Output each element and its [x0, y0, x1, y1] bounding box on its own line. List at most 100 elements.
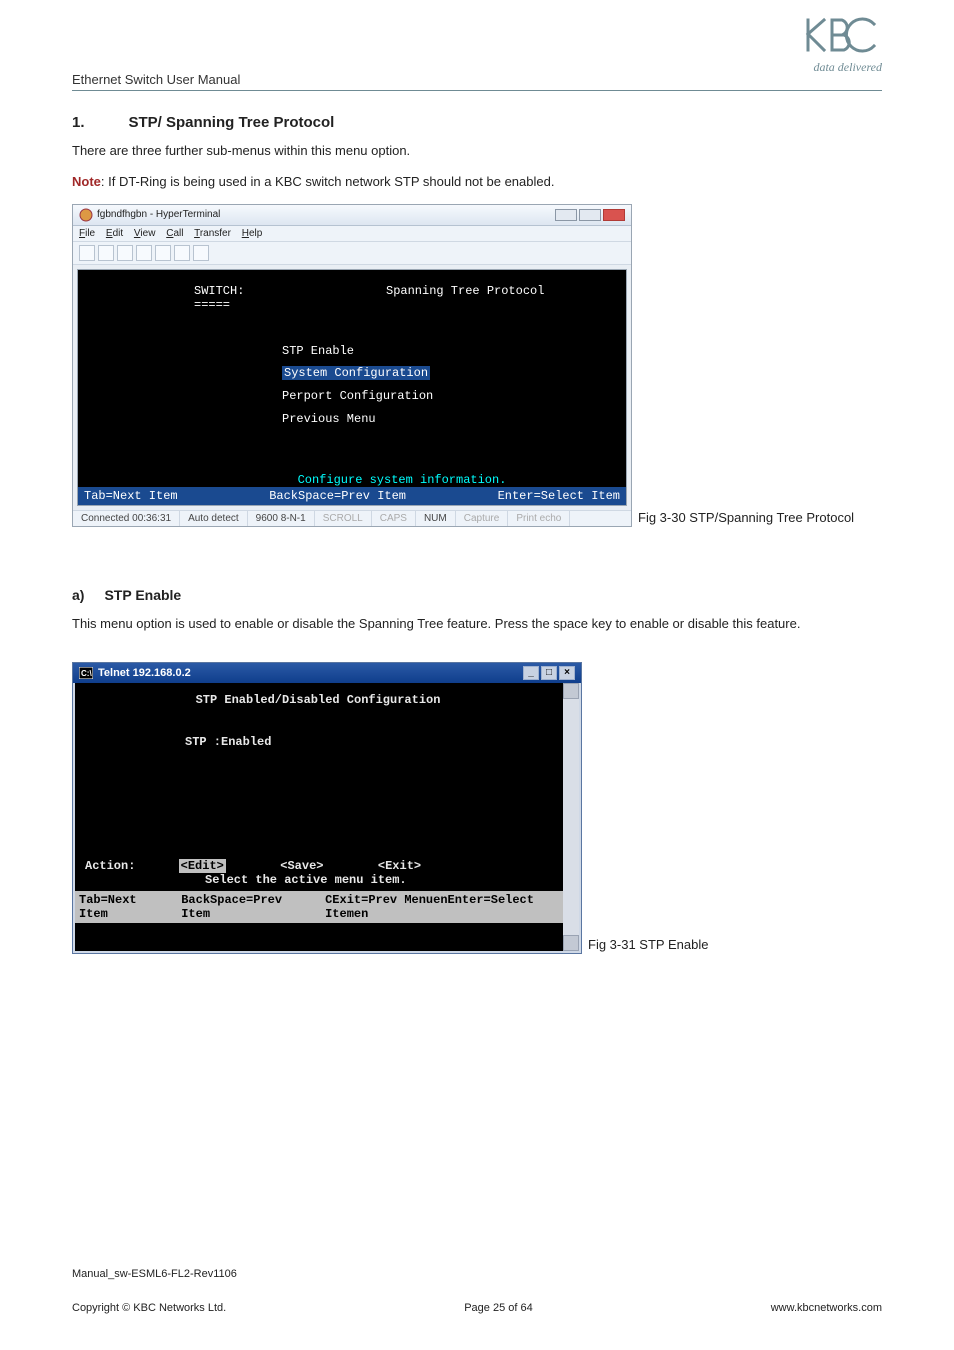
- status-echo: Print echo: [508, 511, 570, 526]
- section-note: Note: If DT-Ring is being used in a KBC …: [72, 173, 882, 192]
- manual-id: Manual_sw-ESML6-FL2-Rev1106: [72, 1268, 237, 1280]
- subsection-title: STP Enable: [104, 587, 181, 603]
- hint-backspace: BackSpace=Prev Item: [181, 893, 313, 921]
- menubar: File Edit View Call Transfer Help: [73, 226, 631, 242]
- action-save[interactable]: <Save>: [280, 859, 323, 873]
- cmd-icon: C:\: [79, 667, 93, 679]
- figure-2: C:\ Telnet 192.168.0.2 _ □ × S: [72, 662, 882, 954]
- subsection-para: This menu option is used to enable or di…: [72, 615, 882, 634]
- site-url: www.kbcnetworks.com: [771, 1302, 882, 1314]
- window-controls: _ □ ×: [523, 666, 575, 680]
- scrollbar[interactable]: [563, 683, 579, 951]
- figure-2-caption: Fig 3-31 STP Enable: [588, 937, 708, 954]
- screen-title: STP Enabled/Disabled Configuration: [85, 693, 551, 707]
- page-number: Page 25 of 64: [464, 1302, 533, 1314]
- action-edit[interactable]: <Edit>: [179, 859, 226, 873]
- scroll-down-icon[interactable]: [563, 935, 579, 951]
- brand-tagline: data delivered: [802, 60, 882, 75]
- close-button[interactable]: ×: [559, 666, 575, 680]
- close-button[interactable]: [603, 209, 625, 221]
- terminal-viewport[interactable]: SWITCH: Spanning Tree Protocol ===== STP…: [77, 269, 627, 506]
- toolbar: [73, 242, 631, 265]
- hyperterminal-window: fgbndfhgbn - HyperTerminal File Edit Vie…: [72, 204, 632, 527]
- stp-value: Enabled: [221, 735, 271, 749]
- menu-item-previous-menu[interactable]: Previous Menu: [282, 408, 610, 431]
- brand-logo: data delivered: [802, 14, 882, 75]
- toolbar-button[interactable]: [174, 245, 190, 261]
- figure-1-caption: Fig 3-30 STP/Spanning Tree Protocol: [638, 510, 854, 527]
- toolbar-button[interactable]: [79, 245, 95, 261]
- page: data delivered Ethernet Switch User Manu…: [0, 0, 954, 1350]
- terminal-heading: Spanning Tree Protocol: [386, 284, 544, 298]
- nav-hint-bar: Tab=Next Item BackSpace=Prev Item Enter=…: [78, 487, 626, 505]
- status-capture: Capture: [456, 511, 509, 526]
- window-titlebar: fgbndfhgbn - HyperTerminal: [73, 205, 631, 226]
- document-header: Ethernet Switch User Manual: [72, 72, 240, 87]
- window-title: fgbndfhgbn - HyperTerminal: [97, 209, 220, 220]
- menu-help[interactable]: Help: [242, 228, 263, 239]
- status-caps: CAPS: [372, 511, 416, 526]
- action-row: Action: <Edit> <Save> <Exit>: [85, 859, 551, 873]
- toolbar-button[interactable]: [136, 245, 152, 261]
- app-icon: [79, 208, 93, 222]
- figure-1: fgbndfhgbn - HyperTerminal File Edit Vie…: [72, 204, 882, 527]
- terminal-viewport[interactable]: STP Enabled/Disabled Configuration STP :…: [73, 683, 581, 953]
- hint-enter: Enter=Select Item: [498, 489, 620, 503]
- stp-status: STP :Enabled: [185, 735, 551, 749]
- menu-file[interactable]: File: [79, 228, 95, 239]
- svg-text:C:\: C:\: [81, 669, 92, 678]
- maximize-button[interactable]: □: [541, 666, 557, 680]
- section-number: 1.: [72, 114, 124, 131]
- window-titlebar: C:\ Telnet 192.168.0.2 _ □ ×: [73, 663, 581, 683]
- status-baud: 9600 8-N-1: [248, 511, 315, 526]
- toolbar-button[interactable]: [117, 245, 133, 261]
- window-controls: [555, 209, 625, 221]
- kbc-logo-icon: [802, 14, 882, 62]
- menu-transfer[interactable]: Transfer: [194, 228, 231, 239]
- status-connected: Connected 00:36:31: [73, 511, 180, 526]
- minimize-button[interactable]: [555, 209, 577, 221]
- hint-tab: Tab=Next Item: [79, 893, 169, 921]
- menu-list: STP Enable System Configuration Perport …: [282, 340, 610, 431]
- status-scroll: SCROLL: [315, 511, 372, 526]
- status-detect: Auto detect: [180, 511, 248, 526]
- menu-call[interactable]: Call: [166, 228, 183, 239]
- section-heading: 1. STP/ Spanning Tree Protocol: [72, 114, 882, 132]
- toolbar-button[interactable]: [98, 245, 114, 261]
- hint-backspace: BackSpace=Prev Item: [269, 489, 406, 503]
- hint-line: Configure system information.: [94, 473, 610, 487]
- window-title: Telnet 192.168.0.2: [98, 667, 191, 679]
- page-footer: Copyright © KBC Networks Ltd. Page 25 of…: [72, 1302, 882, 1314]
- minimize-button[interactable]: _: [523, 666, 539, 680]
- menu-view[interactable]: View: [134, 228, 156, 239]
- action-label: Action:: [85, 859, 135, 873]
- hint-tab: Tab=Next Item: [84, 489, 178, 503]
- scroll-up-icon[interactable]: [563, 683, 579, 699]
- header-rule: [72, 90, 882, 91]
- toolbar-button[interactable]: [155, 245, 171, 261]
- telnet-window: C:\ Telnet 192.168.0.2 _ □ × S: [72, 662, 582, 954]
- content: 1. STP/ Spanning Tree Protocol There are…: [72, 114, 882, 1014]
- nav-hint-bar: Tab=Next Item BackSpace=Prev Item CExit=…: [75, 891, 579, 923]
- switch-underline: =====: [194, 298, 610, 312]
- maximize-button[interactable]: [579, 209, 601, 221]
- menu-item-system-configuration[interactable]: System Configuration: [282, 362, 610, 385]
- note-text: : If DT-Ring is being used in a KBC swit…: [101, 174, 555, 189]
- status-num: NUM: [416, 511, 456, 526]
- switch-label: SWITCH:: [194, 284, 244, 298]
- subsection-number: a): [72, 587, 100, 603]
- menu-item-perport-configuration[interactable]: Perport Configuration: [282, 385, 610, 408]
- toolbar-button[interactable]: [193, 245, 209, 261]
- subsection-heading: a) STP Enable: [72, 587, 882, 605]
- menu-item-stp-enable[interactable]: STP Enable: [282, 340, 610, 363]
- hint-rest: CExit=Prev MenuenEnter=Select Itemen: [325, 893, 575, 921]
- copyright: Copyright © KBC Networks Ltd.: [72, 1302, 226, 1314]
- stp-label: STP :: [185, 735, 221, 749]
- section-title: STP/ Spanning Tree Protocol: [128, 114, 334, 131]
- section-intro: There are three further sub-menus within…: [72, 142, 882, 161]
- action-exit[interactable]: <Exit>: [378, 859, 421, 873]
- menu-edit[interactable]: Edit: [106, 228, 123, 239]
- hint-line: Select the active menu item.: [205, 873, 551, 887]
- status-bar: Connected 00:36:31 Auto detect 9600 8-N-…: [73, 510, 631, 526]
- note-label: Note: [72, 174, 101, 189]
